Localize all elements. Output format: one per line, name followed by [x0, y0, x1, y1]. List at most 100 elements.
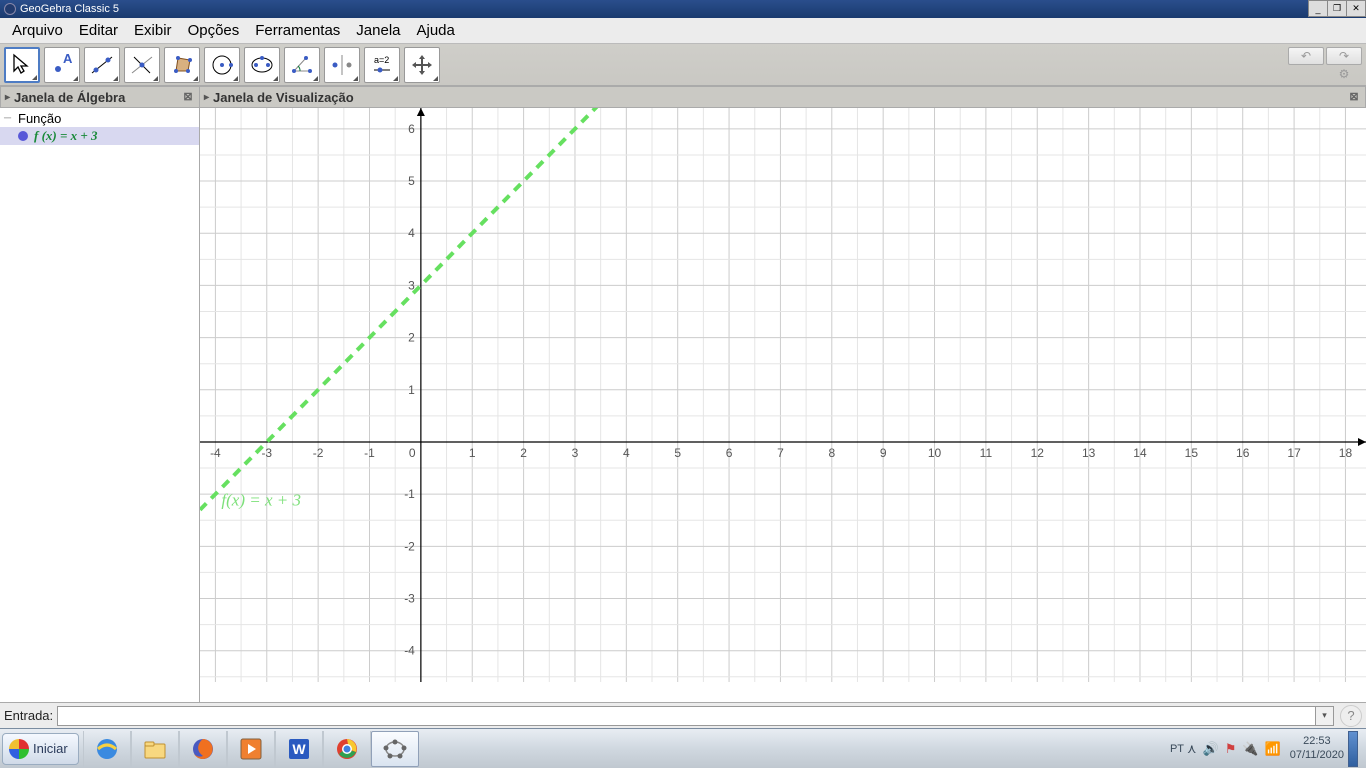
visibility-dot[interactable]	[18, 131, 28, 141]
menu-janela[interactable]: Janela	[348, 19, 408, 42]
svg-text:16: 16	[1236, 446, 1250, 460]
svg-text:-2: -2	[404, 539, 415, 553]
collapse-icon: ▸	[5, 92, 10, 103]
settings-button[interactable]: ⚙	[1326, 65, 1362, 83]
svg-text:11: 11	[980, 446, 993, 460]
close-button[interactable]: ✕	[1346, 0, 1366, 17]
taskbar-geogebra[interactable]	[371, 731, 419, 767]
svg-text:5: 5	[408, 174, 415, 188]
input-bar: Entrada: ▾ ?	[0, 702, 1366, 728]
collapse-icon: ▸	[204, 92, 209, 103]
menu-editar[interactable]: Editar	[71, 19, 126, 42]
tool-slider[interactable]: a=2	[364, 47, 400, 83]
taskbar-chrome[interactable]	[323, 731, 371, 767]
taskbar-ie[interactable]	[83, 731, 131, 767]
input-label: Entrada:	[4, 708, 53, 723]
start-label: Iniciar	[33, 741, 68, 756]
algebra-panel-title: Janela de Álgebra	[14, 90, 125, 105]
category-label: Função	[18, 111, 61, 126]
tray-lang[interactable]: PT	[1170, 743, 1184, 755]
svg-text:9: 9	[880, 446, 887, 460]
taskbar-word[interactable]: W	[275, 731, 323, 767]
taskbar: Iniciar W PT ⋏ 🔊 ⚑ 🔌 📶 22:53 07/11/2020	[0, 728, 1366, 768]
tool-move-view[interactable]	[404, 47, 440, 83]
svg-text:3: 3	[572, 446, 579, 460]
tray-time: 22:53	[1290, 735, 1344, 748]
undo-button[interactable]: ↶	[1288, 47, 1324, 65]
show-desktop-button[interactable]	[1348, 731, 1358, 767]
menubar: Arquivo Editar Exibir Opções Ferramentas…	[0, 18, 1366, 44]
svg-text:17: 17	[1287, 446, 1301, 460]
algebra-category[interactable]: ─ Função	[0, 110, 199, 127]
svg-text:15: 15	[1185, 446, 1199, 460]
tool-circle[interactable]	[204, 47, 240, 83]
expand-icon[interactable]: ─	[4, 113, 18, 124]
maximize-button[interactable]: ❐	[1327, 0, 1347, 17]
tray-network-icon[interactable]: 📶	[1265, 741, 1281, 757]
menu-ferramentas[interactable]: Ferramentas	[247, 19, 348, 42]
svg-text:7: 7	[777, 446, 784, 460]
start-button[interactable]: Iniciar	[2, 733, 79, 765]
window-titlebar: GeoGebra Classic 5 _ ❐ ✕	[0, 0, 1366, 18]
graphics-panel-header[interactable]: ▸ Janela de Visualização ⊠	[200, 86, 1366, 108]
windows-icon	[9, 739, 29, 759]
tool-reflect[interactable]	[324, 47, 360, 83]
graphics-view[interactable]: -4-3-2-10123456789101112131415161718-4-3…	[200, 108, 1366, 702]
svg-text:-4: -4	[404, 644, 415, 658]
svg-text:-1: -1	[404, 487, 415, 501]
taskbar-media[interactable]	[227, 731, 275, 767]
svg-text:0: 0	[409, 446, 416, 460]
tool-point[interactable]: A	[44, 47, 80, 83]
svg-text:4: 4	[623, 446, 630, 460]
svg-text:-1: -1	[364, 446, 375, 460]
svg-text:14: 14	[1133, 446, 1147, 460]
menu-ajuda[interactable]: Ajuda	[409, 19, 463, 42]
svg-text:8: 8	[828, 446, 835, 460]
algebra-item[interactable]: f (x) = x + 3	[0, 127, 199, 145]
svg-text:4: 4	[408, 226, 415, 240]
svg-text:10: 10	[928, 446, 942, 460]
taskbar-firefox[interactable]	[179, 731, 227, 767]
svg-text:1: 1	[469, 446, 476, 460]
taskbar-explorer[interactable]	[131, 731, 179, 767]
svg-text:1: 1	[408, 383, 415, 397]
tool-move[interactable]	[4, 47, 40, 83]
tray-action-icon[interactable]: ⚑	[1225, 741, 1237, 757]
svg-text:6: 6	[726, 446, 733, 460]
input-help-button[interactable]: ?	[1340, 705, 1362, 727]
menu-arquivo[interactable]: Arquivo	[4, 19, 71, 42]
redo-button[interactable]: ↷	[1326, 47, 1362, 65]
tool-perpendicular[interactable]	[124, 47, 160, 83]
svg-text:-2: -2	[313, 446, 324, 460]
tray-clock[interactable]: 22:53 07/11/2020	[1290, 735, 1344, 761]
svg-text:a=2: a=2	[374, 55, 389, 65]
toolbar: A a=2 ↶ ↷ ⚙	[0, 44, 1366, 86]
app-icon	[4, 3, 16, 15]
svg-text:12: 12	[1031, 446, 1045, 460]
svg-text:2: 2	[408, 331, 415, 345]
algebra-close-icon[interactable]: ⊠	[181, 90, 195, 104]
svg-text:-3: -3	[404, 592, 415, 606]
window-title: GeoGebra Classic 5	[20, 3, 119, 15]
svg-text:2: 2	[520, 446, 527, 460]
tray-date: 07/11/2020	[1290, 749, 1344, 762]
svg-text:6: 6	[408, 122, 415, 136]
tool-line[interactable]	[84, 47, 120, 83]
tray-show-hidden-icon[interactable]: ⋏	[1187, 741, 1197, 757]
tray-volume-icon[interactable]: 🔊	[1203, 741, 1219, 757]
input-field[interactable]	[57, 706, 1316, 726]
input-dropdown[interactable]: ▾	[1316, 706, 1334, 726]
svg-text:-4: -4	[210, 446, 221, 460]
graphics-close-icon[interactable]: ⊠	[1347, 90, 1361, 104]
algebra-view[interactable]: ─ Função f (x) = x + 3	[0, 108, 200, 702]
tool-angle[interactable]	[284, 47, 320, 83]
tool-polygon[interactable]	[164, 47, 200, 83]
tray-power-icon[interactable]: 🔌	[1242, 741, 1258, 757]
graphics-panel-title: Janela de Visualização	[213, 90, 354, 105]
tool-ellipse[interactable]	[244, 47, 280, 83]
minimize-button[interactable]: _	[1308, 0, 1328, 17]
algebra-panel-header[interactable]: ▸ Janela de Álgebra ⊠	[0, 86, 200, 108]
menu-opcoes[interactable]: Opções	[180, 19, 248, 42]
menu-exibir[interactable]: Exibir	[126, 19, 180, 42]
svg-text:18: 18	[1339, 446, 1353, 460]
